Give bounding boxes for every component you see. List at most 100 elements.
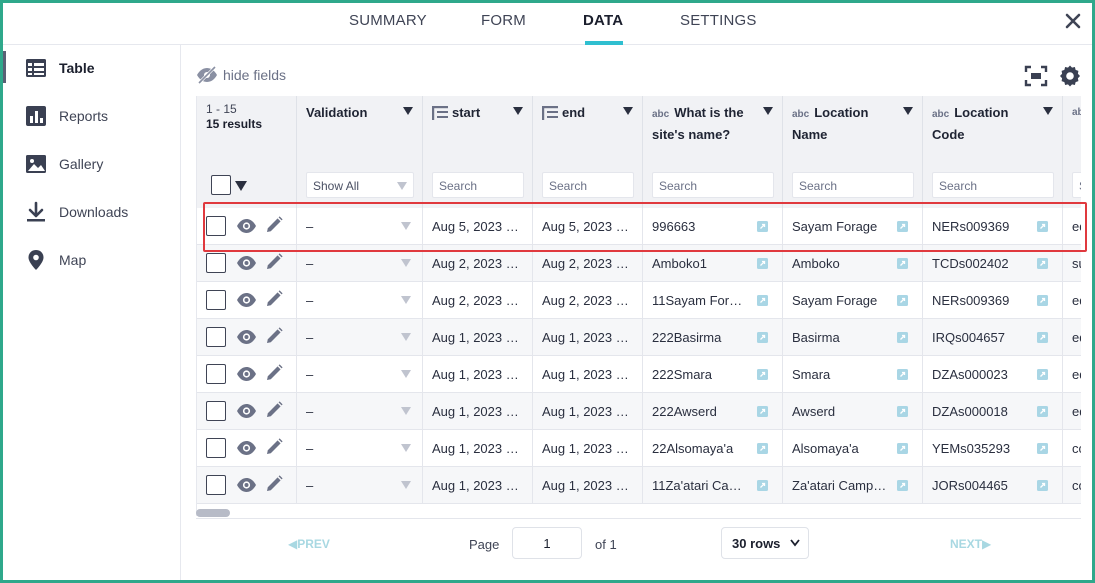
validation-cell[interactable]: – (297, 356, 423, 392)
row-checkbox[interactable] (206, 253, 226, 273)
open-link-icon[interactable] (1037, 258, 1048, 269)
sidebar-item-reports[interactable]: Reports (3, 95, 181, 135)
location-code-search-input[interactable]: Search (932, 172, 1054, 198)
location-name-cell: Smara (783, 356, 923, 392)
open-link-icon[interactable] (1037, 332, 1048, 343)
pencil-icon[interactable] (265, 290, 283, 308)
map-pin-icon (28, 250, 44, 270)
pencil-icon[interactable] (265, 253, 283, 271)
download-icon (27, 201, 45, 222)
pencil-icon[interactable] (265, 216, 283, 234)
tab-settings[interactable]: SETTINGS (680, 12, 757, 29)
caret-down-icon[interactable] (903, 107, 913, 115)
open-link-icon[interactable] (757, 369, 768, 380)
prev-page-button[interactable]: ◀PREV (288, 537, 330, 551)
select-all-checkbox[interactable] (211, 175, 231, 195)
open-link-icon[interactable] (897, 332, 908, 343)
validation-filter-select[interactable]: Show All (306, 172, 414, 198)
validation-cell[interactable]: – (297, 282, 423, 318)
hide-fields-label: hide fields (223, 67, 287, 83)
validation-cell[interactable]: – (297, 430, 423, 466)
open-link-icon[interactable] (1037, 295, 1048, 306)
open-link-icon[interactable] (757, 480, 768, 491)
eye-icon[interactable] (236, 440, 257, 456)
sidebar-item-downloads[interactable]: Downloads (3, 191, 181, 231)
open-link-icon[interactable] (897, 258, 908, 269)
start-search-input[interactable]: Search (432, 172, 524, 198)
tab-form[interactable]: FORM (481, 12, 526, 29)
caret-down-icon[interactable] (763, 107, 773, 115)
validation-cell[interactable]: – (297, 245, 423, 281)
open-link-icon[interactable] (1037, 221, 1048, 232)
text-type-icon: abc (792, 109, 810, 120)
open-link-icon[interactable] (1037, 443, 1048, 454)
sidebar-item-gallery[interactable]: Gallery (3, 143, 181, 183)
open-link-icon[interactable] (757, 258, 768, 269)
eye-icon[interactable] (236, 477, 257, 493)
next-page-button[interactable]: NEXT▶ (950, 537, 991, 551)
pencil-icon[interactable] (265, 475, 283, 493)
close-icon[interactable] (1063, 11, 1083, 31)
pencil-icon[interactable] (265, 364, 283, 382)
gear-icon[interactable] (1058, 64, 1082, 88)
caret-down-icon[interactable] (1043, 107, 1053, 115)
open-link-icon[interactable] (897, 369, 908, 380)
validation-cell[interactable]: – (297, 319, 423, 355)
caret-down-icon[interactable] (623, 107, 633, 115)
open-link-icon[interactable] (757, 406, 768, 417)
open-link-icon[interactable] (897, 480, 908, 491)
sidebar-item-table[interactable]: Table (3, 47, 181, 87)
open-link-icon[interactable] (757, 332, 768, 343)
site-name-search-input[interactable]: Search (652, 172, 774, 198)
location-name-cell: Sayam Forage (783, 208, 923, 244)
open-link-icon[interactable] (1037, 480, 1048, 491)
validation-cell[interactable]: – (297, 393, 423, 429)
open-link-icon[interactable] (897, 443, 908, 454)
pencil-icon[interactable] (265, 401, 283, 419)
sidebar-item-label: Downloads (59, 204, 129, 220)
location-code-cell: YEMs035293 (923, 430, 1063, 466)
row-checkbox[interactable] (206, 438, 226, 458)
row-checkbox[interactable] (206, 401, 226, 421)
open-link-icon[interactable] (1037, 406, 1048, 417)
eye-icon[interactable] (236, 329, 257, 345)
row-checkbox[interactable] (206, 290, 226, 310)
eye-icon[interactable] (236, 403, 257, 419)
page-number-input[interactable] (512, 527, 582, 559)
caret-down-icon[interactable] (403, 107, 413, 115)
caret-down-icon[interactable] (235, 181, 247, 191)
open-link-icon[interactable] (757, 295, 768, 306)
eye-icon[interactable] (236, 218, 257, 234)
open-link-icon[interactable] (1037, 369, 1048, 380)
eye-icon[interactable] (236, 255, 257, 271)
open-link-icon[interactable] (897, 406, 908, 417)
row-checkbox[interactable] (206, 475, 226, 495)
open-link-icon[interactable] (897, 295, 908, 306)
next-search-input[interactable]: S (1072, 172, 1081, 198)
table-row: – Aug 1, 2023 6:... Aug 1, 2023 7:... 22Als… (197, 430, 1081, 467)
chevron-down-icon (401, 444, 411, 452)
sidebar: Table Reports Gallery Downloads Map (3, 45, 181, 580)
sidebar-item-map[interactable]: Map (3, 239, 181, 279)
end-search-input[interactable]: Search (542, 172, 634, 198)
start-cell: Aug 1, 2023 6:... (423, 430, 533, 466)
open-link-icon[interactable] (757, 443, 768, 454)
row-checkbox[interactable] (206, 216, 226, 236)
rows-per-page-select[interactable]: 30 rows (721, 527, 809, 559)
horizontal-scrollbar[interactable] (196, 509, 230, 517)
pencil-icon[interactable] (265, 438, 283, 456)
eye-icon[interactable] (236, 292, 257, 308)
tab-data[interactable]: DATA (583, 12, 623, 29)
row-checkbox[interactable] (206, 327, 226, 347)
tab-summary[interactable]: SUMMARY (349, 12, 427, 29)
pencil-icon[interactable] (265, 327, 283, 345)
fullscreen-icon[interactable] (1024, 64, 1048, 88)
caret-down-icon[interactable] (513, 107, 523, 115)
row-checkbox[interactable] (206, 364, 226, 384)
location-name-search-input[interactable]: Search (792, 172, 914, 198)
eye-icon[interactable] (236, 366, 257, 382)
validation-cell[interactable]: – (297, 467, 423, 503)
open-link-icon[interactable] (757, 221, 768, 232)
open-link-icon[interactable] (897, 221, 908, 232)
validation-cell[interactable]: – (297, 208, 423, 244)
